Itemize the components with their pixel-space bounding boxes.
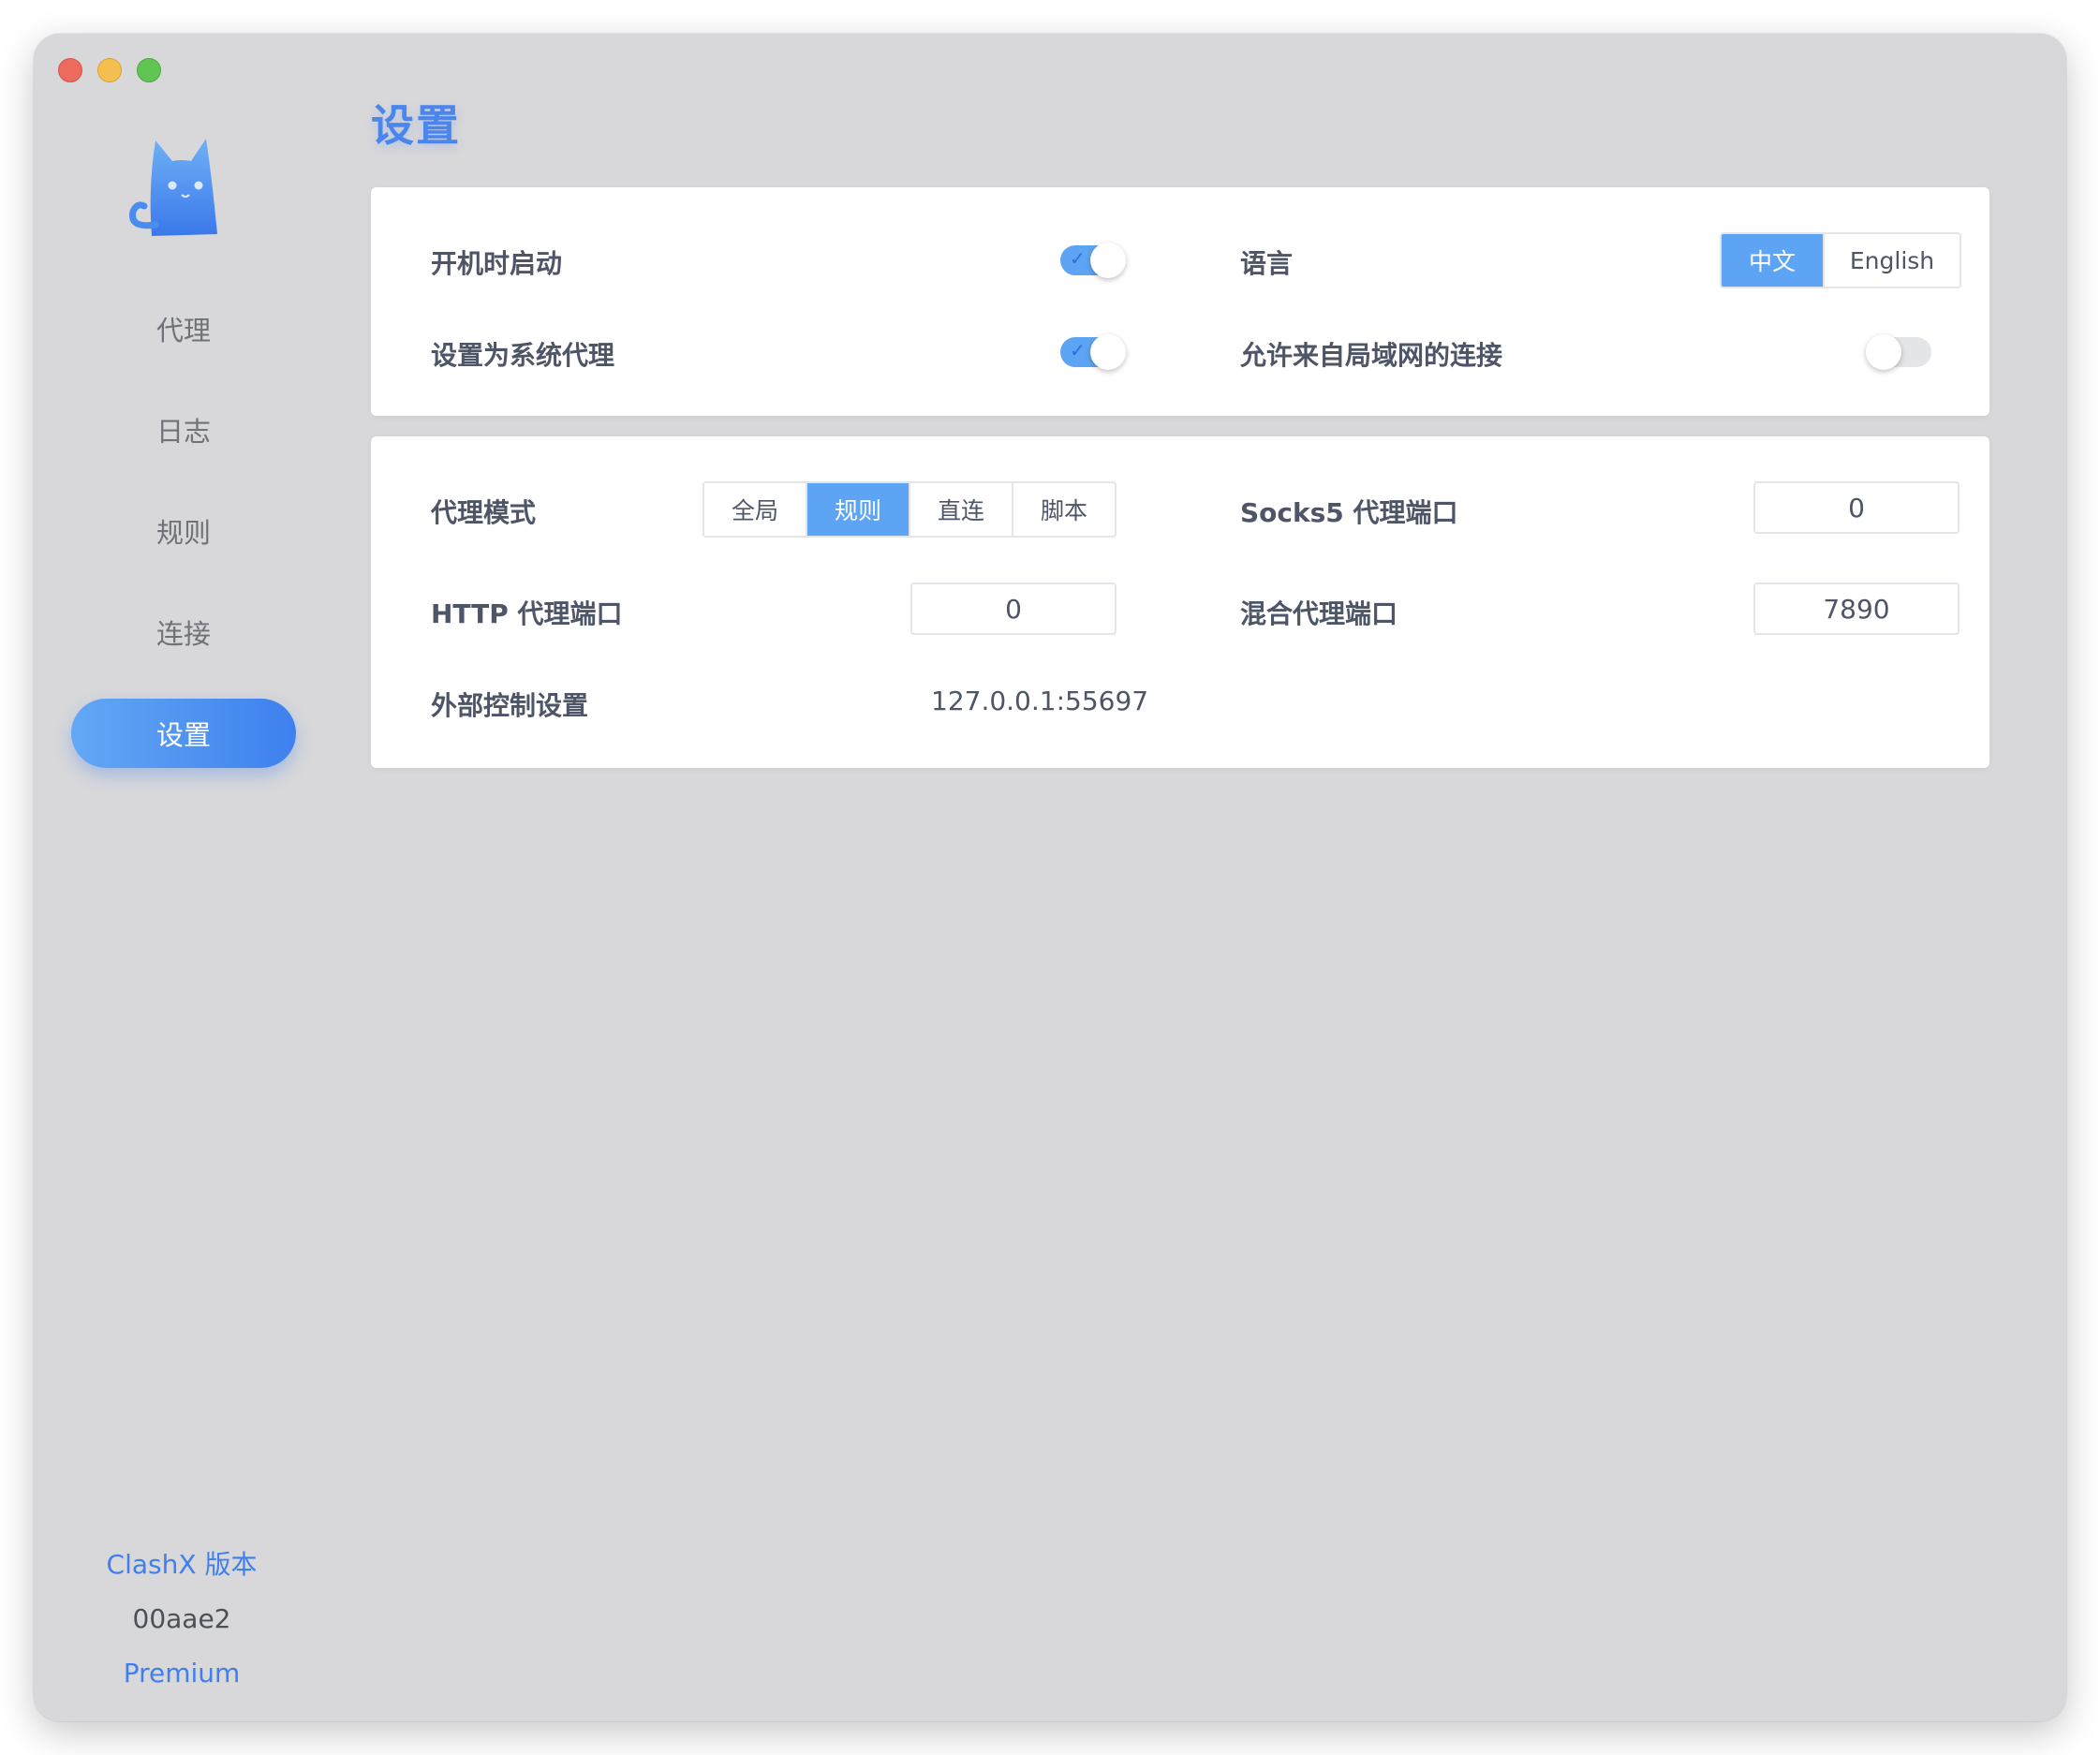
sidebar-item-label: 日志 xyxy=(155,416,211,448)
allow-lan-label: 允许来自局域网的连接 xyxy=(1240,340,1503,371)
toggle-knob xyxy=(1866,334,1901,370)
sidebar-item-connections[interactable]: 连接 xyxy=(71,597,296,667)
general-settings-card: 开机时启动 ✓ 设置为系统代理 ✓ 语言 中文 English 允许来自局域网的… xyxy=(371,187,1989,416)
sidebar-item-rules[interactable]: 规则 xyxy=(71,496,296,566)
version-label: ClashX 版本 xyxy=(106,1549,258,1580)
proxy-mode-global[interactable]: 全局 xyxy=(704,483,807,536)
system-proxy-label: 设置为系统代理 xyxy=(431,340,615,371)
socks5-port-label: Socks5 代理端口 xyxy=(1240,497,1458,528)
proxy-settings-card: 代理模式 全局 规则 直连 脚本 Socks5 代理端口 HTTP 代理端口 混… xyxy=(371,436,1989,768)
check-icon: ✓ xyxy=(1070,247,1086,270)
sidebar-item-label: 代理 xyxy=(155,315,211,347)
toggle-knob xyxy=(1090,334,1126,370)
toggle-knob xyxy=(1090,243,1126,278)
proxy-mode-rule[interactable]: 规则 xyxy=(807,483,910,536)
sidebar-item-settings[interactable]: 设置 xyxy=(71,699,296,768)
external-controller-value[interactable]: 127.0.0.1:55697 xyxy=(931,686,1148,716)
sidebar: 代理 日志 规则 连接 设置 ClashX 版本 00aae2 Premium xyxy=(34,34,330,1721)
launch-at-login-toggle[interactable]: ✓ xyxy=(1060,243,1126,278)
proxy-mode-direct[interactable]: 直连 xyxy=(910,483,1013,536)
language-label: 语言 xyxy=(1240,248,1294,279)
socks5-port-input[interactable] xyxy=(1753,481,1960,534)
proxy-mode-script[interactable]: 脚本 xyxy=(1013,483,1115,536)
allow-lan-toggle[interactable] xyxy=(1866,334,1931,370)
version-hash: 00aae2 xyxy=(132,1603,231,1634)
mixed-port-input[interactable] xyxy=(1753,583,1960,635)
proxy-mode-selector: 全局 规则 直连 脚本 xyxy=(702,481,1117,538)
sidebar-item-logs[interactable]: 日志 xyxy=(71,395,296,465)
check-icon: ✓ xyxy=(1070,339,1086,361)
edition-label: Premium xyxy=(123,1658,241,1689)
http-port-label: HTTP 代理端口 xyxy=(431,598,623,629)
http-port-input[interactable] xyxy=(910,583,1117,635)
external-controller-label: 外部控制设置 xyxy=(431,690,589,721)
sidebar-item-label: 规则 xyxy=(155,517,211,549)
language-option-chinese[interactable]: 中文 xyxy=(1722,234,1825,287)
language-option-english[interactable]: English xyxy=(1825,234,1960,287)
language-selector: 中文 English xyxy=(1720,232,1961,288)
system-proxy-toggle[interactable]: ✓ xyxy=(1060,334,1126,370)
launch-at-login-label: 开机时启动 xyxy=(431,248,563,279)
sidebar-nav: 代理 日志 规则 连接 设置 xyxy=(71,294,296,800)
sidebar-item-proxy[interactable]: 代理 xyxy=(71,294,296,363)
page-title: 设置 xyxy=(371,100,461,151)
sidebar-item-label: 设置 xyxy=(155,719,211,751)
proxy-mode-label: 代理模式 xyxy=(431,497,537,528)
mixed-port-label: 混合代理端口 xyxy=(1240,598,1398,629)
sidebar-item-label: 连接 xyxy=(155,618,211,650)
cat-logo-icon xyxy=(129,139,217,236)
app-window: 代理 日志 规则 连接 设置 ClashX 版本 00aae2 Premium … xyxy=(34,34,2066,1721)
version-info: ClashX 版本 00aae2 Premium xyxy=(34,1538,330,1701)
